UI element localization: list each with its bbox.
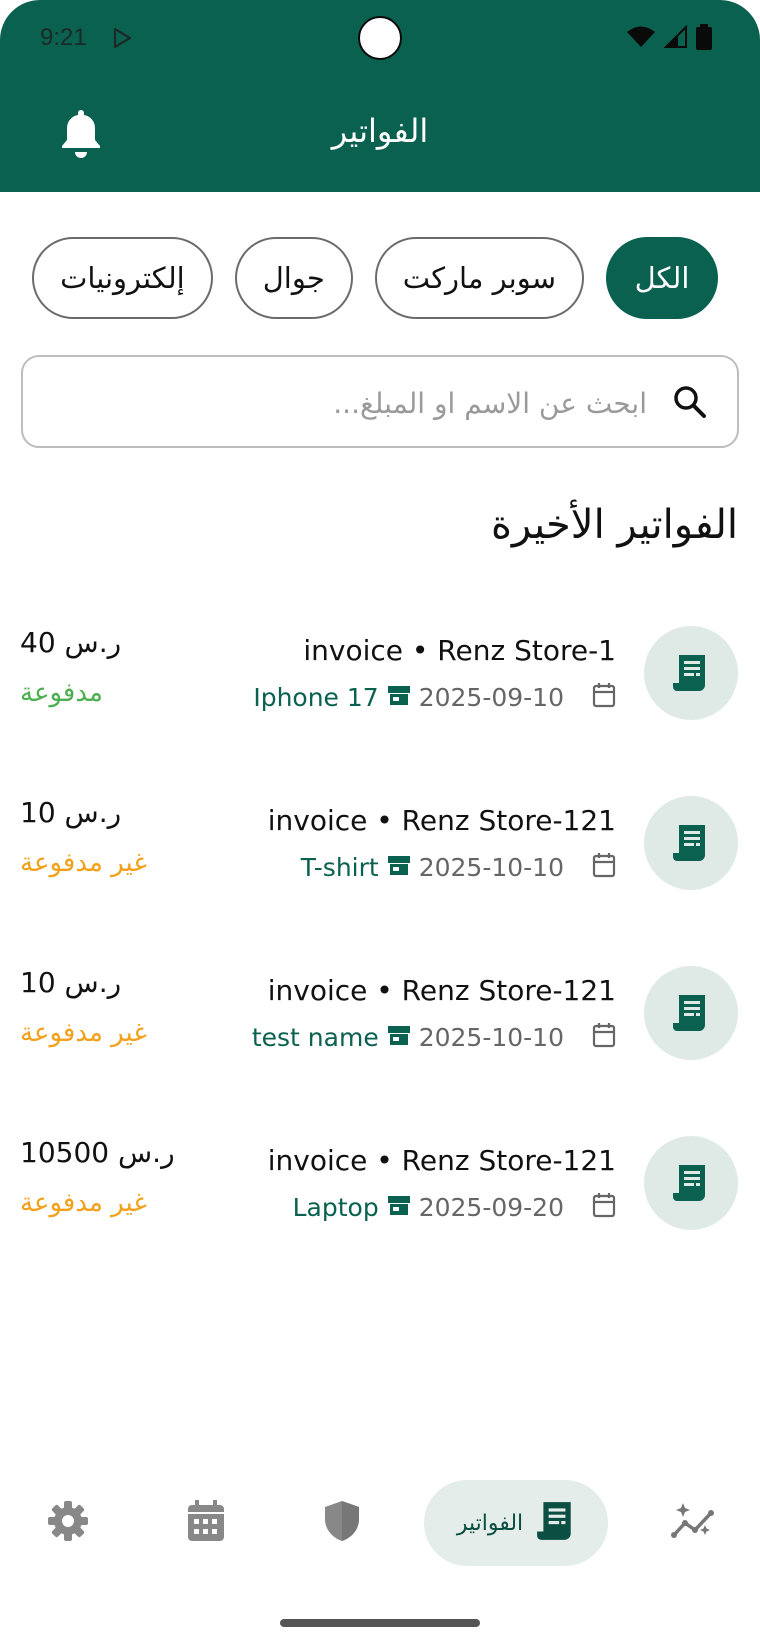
invoice-icon: [644, 796, 738, 890]
invoice-status: غير مدفوعة: [20, 1018, 147, 1048]
camera-cutout: [358, 16, 402, 60]
invoice-title: invoice • Renz Store-121: [267, 1144, 616, 1177]
invoice-meta: 2025-10-10 T-shirt: [301, 852, 616, 882]
invoice-icon: [644, 966, 738, 1060]
invoice-meta: 2025-09-20 Laptop: [293, 1192, 616, 1222]
bell-icon[interactable]: [60, 108, 102, 162]
status-time: 9:21: [40, 24, 87, 51]
store-icon: [387, 854, 411, 880]
nav-invoices[interactable]: الفواتير: [424, 1480, 608, 1566]
invoice-row[interactable]: invoice • Renz Store-121 2025-10-10 T-sh…: [0, 796, 760, 916]
invoice-row[interactable]: invoice • Renz Store-1 2025-09-10 Iphone…: [0, 626, 760, 746]
invoice-meta: 2025-10-10 test name: [252, 1022, 616, 1052]
nav-warranty[interactable]: [302, 1480, 382, 1566]
invoice-title: invoice • Renz Store-1: [303, 634, 616, 667]
invoice-meta: 2025-09-10 Iphone 17: [253, 682, 616, 712]
search-input[interactable]: [87, 375, 647, 431]
invoice-icon: [644, 626, 738, 720]
play-store-icon: [110, 26, 134, 54]
invoice-amount: 40 ر.س: [20, 626, 122, 659]
app-header: 9:21 الفواتير: [0, 0, 760, 192]
nav-analytics[interactable]: [654, 1480, 734, 1566]
invoice-product: test name: [251, 1022, 379, 1052]
home-indicator[interactable]: [280, 1619, 480, 1627]
invoice-status: غير مدفوعة: [20, 848, 147, 878]
nav-invoices-label: الفواتير: [456, 1510, 524, 1536]
invoice-row[interactable]: invoice • Renz Store-121 2025-10-10 test…: [0, 966, 760, 1086]
signal-icon: [663, 24, 688, 53]
invoice-amount: 10 ر.س: [20, 966, 122, 999]
filter-chip-electronics[interactable]: إلكترونيات: [32, 237, 213, 319]
invoice-title: invoice • Renz Store-121: [267, 804, 616, 837]
bottom-navigation: الفواتير: [0, 1480, 760, 1580]
invoice-product: Iphone 17: [253, 682, 379, 712]
invoice-row[interactable]: invoice • Renz Store-121 2025-09-20 Lapt…: [0, 1136, 760, 1256]
filter-chip-mobile[interactable]: جوال: [234, 237, 353, 319]
calendar-icon: [187, 1500, 225, 1546]
store-icon: [387, 1024, 411, 1050]
nav-settings[interactable]: [28, 1480, 108, 1566]
search-box: [21, 355, 739, 448]
invoice-icon: [537, 1500, 575, 1546]
invoice-amount: 10500 ر.س: [20, 1136, 175, 1169]
invoice-product: T-shirt: [300, 852, 379, 882]
wifi-icon: [626, 25, 656, 53]
store-icon: [387, 1194, 411, 1220]
battery-icon: [696, 24, 712, 54]
filter-chip-all[interactable]: الكل: [606, 237, 718, 319]
invoice-amount: 10 ر.س: [20, 796, 122, 829]
section-title: الفواتير الأخيرة: [490, 502, 738, 548]
invoice-date: 2025-10-10: [418, 1022, 564, 1052]
invoice-status: غير مدفوعة: [20, 1188, 147, 1218]
search-icon[interactable]: [673, 385, 707, 423]
invoice-icon: [644, 1136, 738, 1230]
calendar-icon: [592, 682, 616, 712]
sparkle-chart-icon: [671, 1501, 717, 1545]
store-icon: [387, 684, 411, 710]
shield-icon: [323, 1499, 361, 1547]
gear-icon: [48, 1501, 88, 1545]
calendar-icon: [592, 1022, 616, 1052]
invoice-product: Laptop: [292, 1192, 379, 1222]
invoice-title: invoice • Renz Store-121: [267, 974, 616, 1007]
invoice-date: 2025-10-10: [418, 852, 564, 882]
filter-chips: الكل سوبر ماركت جوال إلكترونيات: [32, 237, 718, 319]
invoice-status: مدفوعة: [20, 678, 103, 708]
status-icons: [626, 24, 712, 54]
page-title: الفواتير: [331, 112, 429, 150]
filter-chip-supermarket[interactable]: سوبر ماركت: [374, 237, 584, 319]
calendar-icon: [592, 852, 616, 882]
calendar-icon: [592, 1192, 616, 1222]
invoice-date: 2025-09-20: [418, 1192, 564, 1222]
invoice-date: 2025-09-10: [418, 682, 564, 712]
nav-calendar[interactable]: [166, 1480, 246, 1566]
